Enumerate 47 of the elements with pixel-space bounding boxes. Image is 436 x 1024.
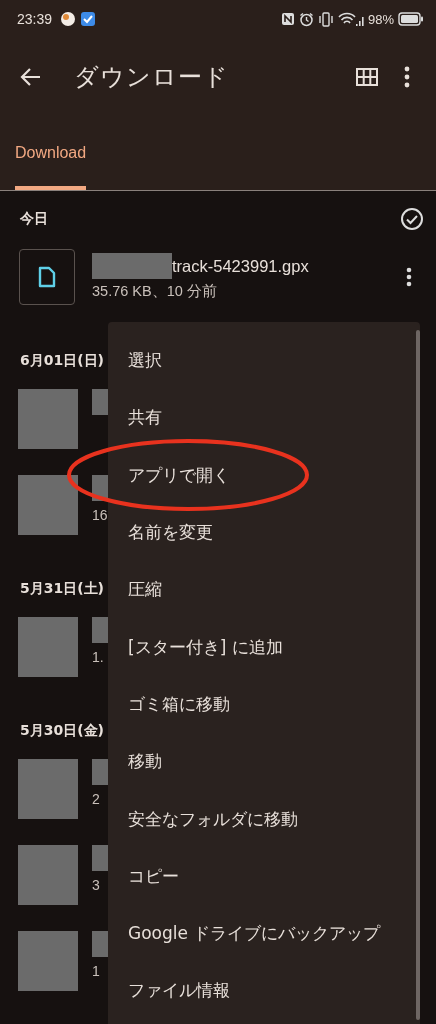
menu-item[interactable]: ファイル情報 [108,979,230,1003]
file-icon [19,249,75,305]
more-vertical-icon [404,66,410,88]
redaction-block [18,475,78,535]
file-details: 3 [92,877,101,893]
date-heading: 今日 [20,210,48,228]
wifi-signal-icon [337,11,364,27]
folder-tab[interactable]: Download [15,144,87,190]
menu-item[interactable]: 安全なフォルダに移動 [108,807,298,831]
vibrate-icon [317,11,334,27]
redaction-block [18,389,78,449]
battery-level: 98% [367,11,394,27]
file-name: track-5423991.gpx [172,256,309,276]
app-notification-icon [60,11,77,27]
check-circle-icon [400,207,424,231]
task-notification-icon [80,11,97,27]
date-heading: 6月01日(日) [20,352,105,370]
more-vertical-icon [406,267,412,287]
grid-icon [356,68,378,86]
file-details: 1 [92,963,101,979]
date-heading: 5月31日(土) [20,580,105,598]
menu-item[interactable]: 圧縮 [108,578,162,602]
menu-item[interactable]: コピー [108,864,179,888]
menu-item[interactable]: [スター付き] に追加 [108,635,283,659]
menu-item[interactable]: ゴミ箱に移動 [108,692,230,716]
redaction-block [18,759,78,819]
back-arrow-icon [20,66,42,88]
date-heading: 5月30日(金) [20,722,105,740]
menu-item[interactable]: Google ドライブにバックアップ [108,922,381,946]
file-details: 1. [92,649,105,665]
battery-icon [398,12,424,26]
menu-item[interactable]: 移動 [108,750,162,774]
redaction-block [18,845,78,905]
select-all-button[interactable] [400,207,424,231]
file-details: 35.76 KB、10 分前 [92,282,218,301]
menu-item[interactable]: 名前を変更 [108,521,213,545]
page-title: ダウンロード [74,62,229,93]
menu-item[interactable]: アプリで開く [108,463,230,487]
redaction-block [18,931,78,991]
redaction-block [18,617,78,677]
status-time: 23:39 [17,11,53,27]
nfc-icon [280,12,295,26]
file-details: 2 [92,791,101,807]
alarm-icon [298,11,314,27]
menu-item[interactable]: 共有 [108,406,162,430]
menu-item[interactable]: 選択 [108,349,162,373]
file-details: 16 [92,507,109,523]
